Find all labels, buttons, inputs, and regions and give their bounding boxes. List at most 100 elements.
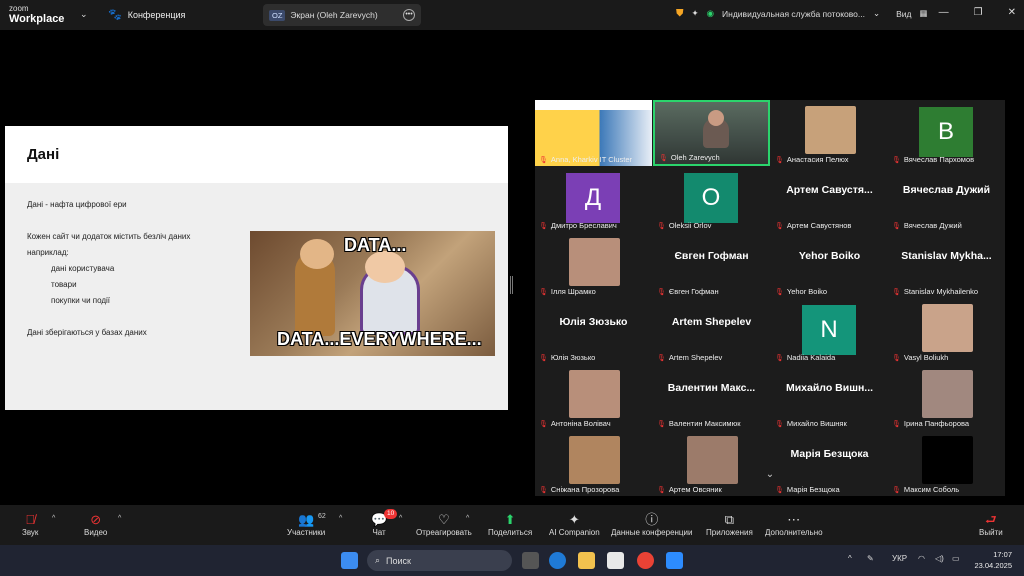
- taskbar-search[interactable]: ⌕ Поиск: [367, 550, 512, 571]
- apps-button[interactable]: ⧉ Приложения: [706, 511, 753, 537]
- audio-button[interactable]: 🎙̸ Звук: [22, 511, 38, 537]
- participant-tile[interactable]: Вячеслав Дужий 🎙 Вячеслав Дужий: [888, 166, 1005, 232]
- store-icon[interactable]: [607, 552, 624, 569]
- muted-mic-icon: 🎙: [657, 288, 666, 296]
- muted-mic-icon: 🎙̸: [25, 512, 36, 527]
- volume-icon[interactable]: ◁): [935, 554, 944, 563]
- video-off-icon: ⊘: [90, 512, 102, 527]
- participant-tile[interactable]: 🎙 Артем Овсяник: [653, 430, 770, 496]
- participant-tile[interactable]: Артем Савустя... 🎙 Артем Савустянов: [771, 166, 888, 232]
- participant-tile[interactable]: 🎙 Ірина Панфьорова: [888, 364, 1005, 430]
- info-icon: ⓘ: [645, 512, 659, 527]
- participant-name-tag: 🎙 Stanislav Mykhailenko: [892, 287, 978, 296]
- participant-name-tag: 🎙 Ірина Панфьорова: [892, 419, 969, 428]
- participant-name-tag: 🎙 Вячеслав Дужий: [892, 221, 962, 230]
- participant-tile[interactable]: 🎙 Oleh Zarevych: [653, 100, 770, 166]
- participant-tile[interactable]: 🎙 Антоніна Волівач: [535, 364, 652, 430]
- signal-icon[interactable]: ◉: [707, 8, 714, 19]
- avatar: O: [684, 173, 738, 223]
- input-language[interactable]: УКР: [892, 554, 907, 563]
- participant-tile[interactable]: N 🎙 Nadiia Kalaida: [771, 298, 888, 364]
- participant-tile[interactable]: Yehor Boiko 🎙 Yehor Boiko: [771, 232, 888, 298]
- participant-name-tag: 🎙 Вячеслав Пархомов: [892, 155, 974, 164]
- tray-chevron-icon[interactable]: ^: [848, 554, 852, 563]
- participant-name-tag: 🎙 Vasyl Boliukh: [892, 353, 948, 362]
- participant-tile[interactable]: O 🎙 Oleksii Orlov: [653, 166, 770, 232]
- leave-button[interactable]: ⮐ Выйти: [979, 511, 1003, 537]
- video-button[interactable]: ⊘ Видео: [84, 511, 107, 537]
- participant-name: Антоніна Волівач: [550, 419, 611, 428]
- screen-share-indicator[interactable]: OZ Экран (Oleh Zarevych) •••: [263, 4, 421, 26]
- participant-tile[interactable]: В 🎙 Вячеслав Пархомов: [888, 100, 1005, 166]
- search-placeholder: Поиск: [386, 555, 411, 566]
- participant-tile[interactable]: Юлія Зюзько 🎙 Юлія Зюзько: [535, 298, 652, 364]
- chat-unread-badge: 10: [384, 509, 398, 519]
- meeting-info-button[interactable]: ⓘ Данные конференции: [611, 511, 692, 537]
- edge-icon[interactable]: [549, 552, 566, 569]
- participant-name-tag: 🎙 Марія Безщока: [775, 485, 840, 494]
- streaming-service-label[interactable]: Индивидуальная служба потоково...: [722, 9, 865, 19]
- task-view-icon[interactable]: [522, 552, 539, 569]
- close-icon[interactable]: ✕: [1008, 7, 1016, 18]
- muted-mic-icon: 🎙: [539, 486, 548, 494]
- avatar: Д: [566, 173, 620, 223]
- meeting-stage: Дані Дані - нафта цифрової ери Кожен сай…: [0, 30, 1024, 505]
- shield-icon[interactable]: ⛊: [676, 8, 684, 19]
- gallery-scroll-down[interactable]: ⌄: [745, 468, 795, 482]
- participant-tile[interactable]: Валентин Макс... 🎙 Валентин Максимюк: [653, 364, 770, 430]
- meeting-menu[interactable]: 🐾 Конференция: [108, 8, 185, 21]
- participant-name: Vasyl Boliukh: [903, 353, 949, 362]
- participant-tile[interactable]: Stanislav Mykha... 🎙 Stanislav Mykhailenko: [888, 232, 1005, 298]
- view-grid-icon[interactable]: ▦: [920, 8, 928, 19]
- video-options-caret[interactable]: ^: [118, 515, 121, 522]
- participant-tile[interactable]: Д 🎙 Дмитро Бреславич: [535, 166, 652, 232]
- panel-resize-handle[interactable]: [510, 276, 513, 294]
- share-button[interactable]: ⬆ Поделиться: [488, 511, 532, 537]
- participant-tile[interactable]: Михайло Вишн... 🎙 Михайло Вишняк: [771, 364, 888, 430]
- participant-name-tag: 🎙 Артем Савустянов: [775, 221, 851, 230]
- audio-options-caret[interactable]: ^: [52, 515, 55, 522]
- more-icon[interactable]: •••: [403, 9, 415, 21]
- participant-tile[interactable]: 🎙 Сніжана Прозорова: [535, 430, 652, 496]
- participant-tile[interactable]: Artem Shepelev 🎙 Artem Shepelev: [653, 298, 770, 364]
- minimize-icon[interactable]: —: [939, 7, 949, 18]
- chat-caret[interactable]: ^: [399, 515, 402, 522]
- muted-mic-icon: 🎙: [659, 154, 668, 162]
- battery-icon[interactable]: ▭: [952, 554, 960, 563]
- taskbar-clock[interactable]: 17:07 23.04.2025: [968, 549, 1012, 571]
- file-explorer-icon[interactable]: [578, 552, 595, 569]
- chrome-icon[interactable]: [637, 552, 654, 569]
- zoom-taskbar-icon[interactable]: [666, 552, 683, 569]
- participant-tile[interactable]: 🎙 Анастасия Пелюх: [771, 100, 888, 166]
- more-button[interactable]: ⋯ Дополнительно: [765, 511, 823, 537]
- participant-tile[interactable]: Євген Гофман 🎙 Євген Гофман: [653, 232, 770, 298]
- audio-label: Звук: [22, 528, 39, 537]
- muted-mic-icon: 🎙: [775, 420, 784, 428]
- apps-label: Приложения: [706, 528, 753, 537]
- chevron-down-icon[interactable]: ⌄: [80, 9, 88, 20]
- participant-tile[interactable]: 🎙 Anna, Kharkiv IT Cluster: [535, 100, 652, 166]
- participant-name-tag: 🎙 Антоніна Волівач: [539, 419, 611, 428]
- maximize-icon[interactable]: ❐: [974, 7, 983, 18]
- participant-tile[interactable]: Марія Безщока 🎙 Марія Безщока: [771, 430, 888, 496]
- participant-name: Сніжана Прозорова: [550, 485, 620, 494]
- participant-tile[interactable]: 🎙 Ілля Шрамко: [535, 232, 652, 298]
- wifi-icon[interactable]: ◠: [918, 554, 925, 563]
- avatar: [922, 370, 973, 418]
- start-icon[interactable]: [341, 552, 358, 569]
- spark-icon[interactable]: ✦: [692, 8, 699, 19]
- ai-companion-button[interactable]: ✦ AI Companion: [549, 511, 600, 537]
- view-button[interactable]: Вид: [896, 9, 911, 19]
- chevron-down-icon[interactable]: ⌄: [873, 8, 880, 19]
- participants-caret[interactable]: ^: [339, 515, 342, 522]
- participant-name: Artem Shepelev: [668, 353, 723, 362]
- react-caret[interactable]: ^: [466, 515, 469, 522]
- participant-tile[interactable]: 🎙 Vasyl Boliukh: [888, 298, 1005, 364]
- participant-name-tag: 🎙 Yehor Boiko: [775, 287, 827, 296]
- participant-tile[interactable]: 🎙 Максим Соболь: [888, 430, 1005, 496]
- react-button[interactable]: ♡ Отреагировать: [416, 511, 472, 537]
- participant-name: Юлія Зюзько: [550, 353, 596, 362]
- participant-name-tag: 🎙 Дмитро Бреславич: [539, 221, 617, 230]
- pen-icon[interactable]: ✎: [867, 554, 874, 563]
- participant-name-tag: 🎙 Oleksii Orlov: [657, 221, 711, 230]
